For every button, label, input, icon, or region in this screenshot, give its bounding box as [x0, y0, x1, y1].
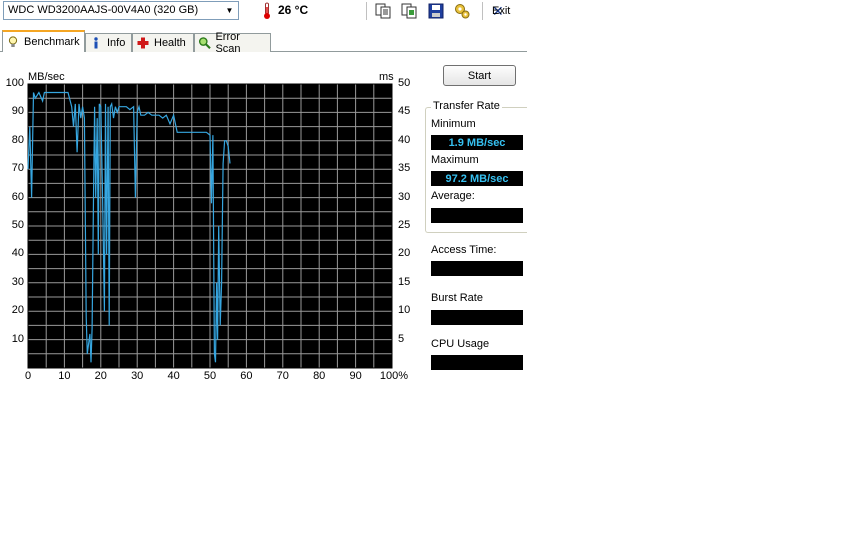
start-button-label: Start	[467, 69, 492, 82]
right-axis-tick-label: 20	[398, 247, 411, 260]
left-axis-tick-label: 100	[5, 77, 24, 89]
x-axis-tick-label: 0	[24, 370, 32, 382]
hdtune-window: WDC WD3200AAJS-00V4A0 (320 GB) ▼ 26 °C ✕…	[0, 0, 527, 382]
maximum-label: Maximum	[431, 154, 479, 166]
right-axis-tick-label: 25	[398, 219, 411, 231]
burst-rate-value	[431, 310, 523, 325]
x-axis-tick-label: 40	[167, 370, 180, 382]
minimum-value: 1.9 MB/sec	[431, 135, 523, 150]
right-axis-tick-label: 30	[398, 190, 411, 203]
x-axis-tick-label: 10	[58, 370, 71, 382]
x-axis-tick-label: 100%	[379, 370, 409, 382]
right-axis-tick-label: 45	[398, 105, 411, 118]
left-axis-tick-label: 80	[11, 133, 24, 146]
x-axis-tick-label: 50	[203, 370, 217, 382]
cpu-usage-value	[431, 355, 523, 370]
x-axis-tick-label: 80	[313, 370, 326, 382]
right-axis-tick-label: 15	[398, 275, 411, 288]
left-axis-tick-label: 70	[11, 162, 24, 175]
x-axis-tick-label: 70	[276, 370, 289, 382]
left-axis-tick-label: 60	[11, 190, 24, 203]
minimum-label: Minimum	[431, 118, 476, 130]
access-time-value	[431, 261, 523, 276]
left-axis-tick-label: 40	[11, 247, 24, 260]
left-axis-tick-label: 20	[11, 304, 24, 317]
start-button[interactable]: Start	[443, 65, 516, 86]
right-axis-tick-label: 40	[398, 133, 411, 146]
left-axis-tick-label: 10	[11, 332, 24, 345]
transfer-rate-title: Transfer Rate	[431, 100, 502, 112]
cpu-usage-label: CPU Usage	[431, 338, 490, 350]
x-axis-tick-label: 90	[349, 370, 362, 382]
average-label: Average:	[431, 190, 475, 202]
left-axis-tick-label: 30	[11, 275, 24, 288]
average-value	[431, 208, 523, 223]
left-axis-tick-label: 90	[11, 105, 24, 118]
access-time-label: Access Time:	[431, 244, 497, 256]
x-axis-tick-label: 20	[94, 370, 107, 382]
right-axis-tick-label: 50	[398, 77, 411, 89]
x-axis-tick-label: 30	[131, 370, 144, 382]
right-axis-tick-label: 10	[398, 304, 411, 317]
right-axis-tick-label: 5	[398, 332, 405, 345]
x-axis-tick-label: 60	[240, 370, 253, 382]
maximum-value: 97.2 MB/sec	[431, 171, 523, 186]
right-axis-tick-label: 35	[398, 162, 411, 175]
burst-rate-label: Burst Rate	[431, 292, 483, 304]
left-axis-tick-label: 50	[11, 219, 24, 231]
